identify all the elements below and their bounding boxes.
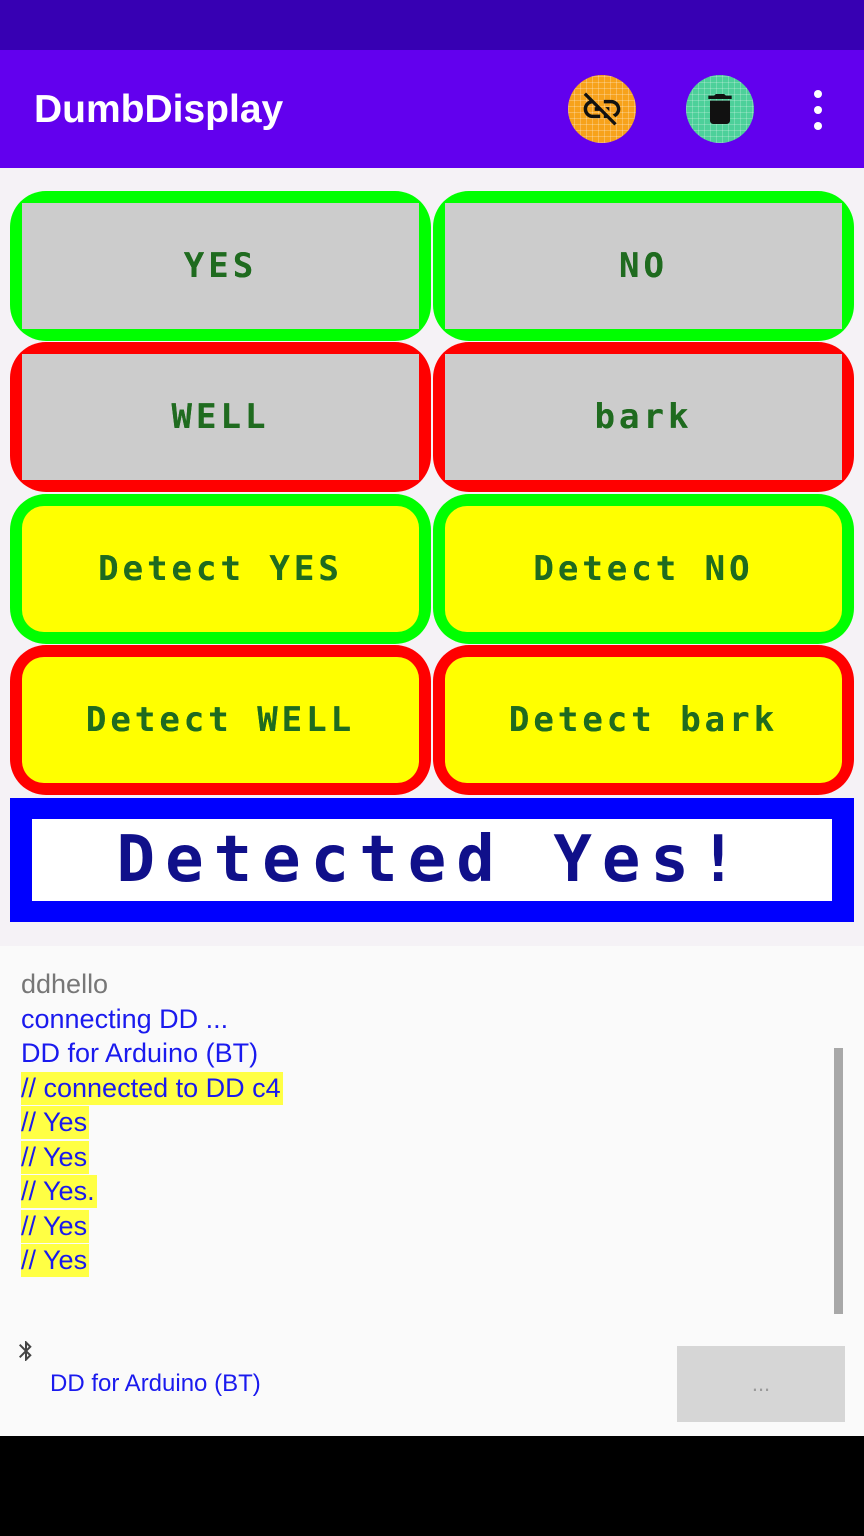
disconnect-button[interactable]: [568, 75, 636, 143]
connection-options-button[interactable]: ...: [677, 1346, 845, 1422]
bark-button[interactable]: bark: [433, 342, 854, 492]
result-display: Detected Yes!: [10, 798, 854, 922]
button-label: YES: [183, 246, 258, 286]
app-bar: DumbDisplay: [0, 50, 864, 168]
log-line: ddhello: [21, 969, 109, 999]
connection-label: DD for Arduino (BT): [50, 1370, 261, 1397]
log-line: DD for Arduino (BT): [21, 1038, 259, 1068]
log-line: // connected to DD c4: [21, 1072, 283, 1105]
well-button[interactable]: WELL: [10, 342, 431, 492]
button-label: Detect NO: [533, 549, 754, 589]
app-title: DumbDisplay: [34, 88, 284, 131]
more-vert-icon: [814, 90, 822, 98]
trash-icon: [708, 94, 732, 124]
result-text: Detected Yes!: [116, 823, 748, 897]
detect-well-button[interactable]: Detect WELL: [10, 645, 431, 795]
clear-button[interactable]: [686, 75, 754, 143]
status-bar: [0, 0, 864, 50]
log-line: // Yes: [21, 1210, 90, 1243]
detect-yes-button[interactable]: Detect YES: [10, 494, 431, 644]
button-label: bark: [594, 397, 693, 437]
bluetooth-icon: [14, 1338, 38, 1364]
navigation-area: [0, 1436, 864, 1536]
button-label: NO: [619, 246, 668, 286]
button-label: Detect bark: [508, 700, 779, 740]
more-menu-button[interactable]: [800, 90, 836, 130]
log-line: // Yes: [21, 1141, 90, 1174]
button-label: Detect YES: [98, 549, 343, 589]
log-line: // Yes: [21, 1244, 90, 1277]
button-label: WELL: [171, 397, 270, 437]
detect-no-button[interactable]: Detect NO: [433, 494, 854, 644]
button-label: Detect WELL: [85, 700, 356, 740]
log-line: connecting DD ...: [21, 1004, 229, 1034]
link-off-icon: [583, 92, 621, 126]
detect-bark-button[interactable]: Detect bark: [433, 645, 854, 795]
log-scrollbar[interactable]: [834, 1048, 843, 1314]
log-line: // Yes.: [21, 1175, 97, 1208]
yes-button[interactable]: YES: [10, 191, 431, 341]
no-button[interactable]: NO: [433, 191, 854, 341]
log-line: // Yes: [21, 1106, 90, 1139]
